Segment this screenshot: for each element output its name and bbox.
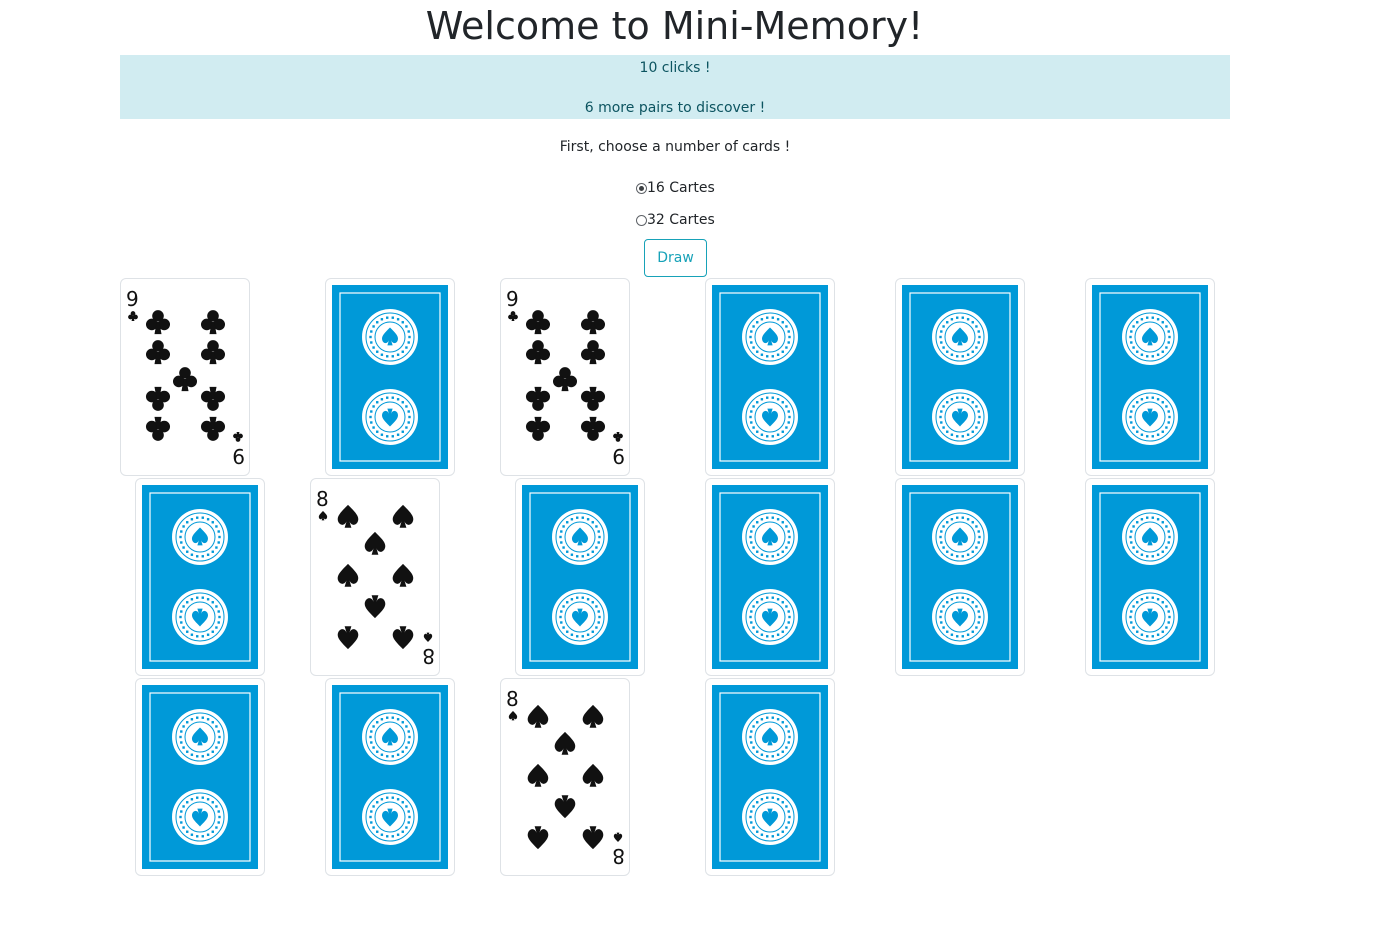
card-face-down[interactable] — [325, 278, 455, 476]
option-32-cards[interactable]: 32 Cartes — [636, 212, 715, 228]
card-rank-label: 8 — [506, 687, 519, 711]
card-rank-label-inverted: 8 — [612, 844, 625, 868]
card-face-down[interactable] — [705, 478, 835, 676]
option-32-label: 32 Cartes — [647, 212, 715, 228]
option-16-label: 16 Cartes — [647, 180, 715, 196]
card-face-up[interactable]: 88 — [500, 678, 630, 876]
card-rank-label: 8 — [316, 487, 329, 511]
card-rank-label-inverted: 8 — [422, 644, 435, 668]
card-rank-label: 9 — [506, 287, 519, 311]
card-face-down[interactable] — [705, 278, 835, 476]
card-face-up[interactable]: 99 — [120, 278, 250, 476]
card-face-down[interactable] — [1085, 278, 1215, 476]
card-rank-label-inverted: 9 — [232, 444, 245, 468]
game-status-alert: 10 clicks ! 6 more pairs to discover ! — [120, 55, 1230, 119]
option-16-cards[interactable]: 16 Cartes — [636, 180, 715, 196]
card-face-down[interactable] — [895, 478, 1025, 676]
radio-16-cards[interactable] — [636, 182, 647, 194]
card-face-up[interactable]: 99 — [500, 278, 630, 476]
card-face-down[interactable] — [705, 678, 835, 876]
radio-32-cards[interactable] — [636, 214, 647, 226]
page-title: Welcome to Mini-Memory! — [425, 4, 924, 48]
pairs-remaining: 6 more pairs to discover ! — [584, 100, 766, 116]
card-rank-label-inverted: 9 — [612, 444, 625, 468]
card-face-down[interactable] — [1085, 478, 1215, 676]
card-face-down[interactable] — [135, 678, 265, 876]
card-face-down[interactable] — [515, 478, 645, 676]
click-counter: 10 clicks ! — [639, 60, 711, 76]
draw-button[interactable]: Draw — [644, 239, 707, 277]
card-face-down[interactable] — [325, 678, 455, 876]
card-rank-label: 9 — [126, 287, 139, 311]
card-face-down[interactable] — [135, 478, 265, 676]
card-face-down[interactable] — [895, 278, 1025, 476]
card-face-up[interactable]: 88 — [310, 478, 440, 676]
instruction-text: First, choose a number of cards ! — [559, 139, 791, 155]
